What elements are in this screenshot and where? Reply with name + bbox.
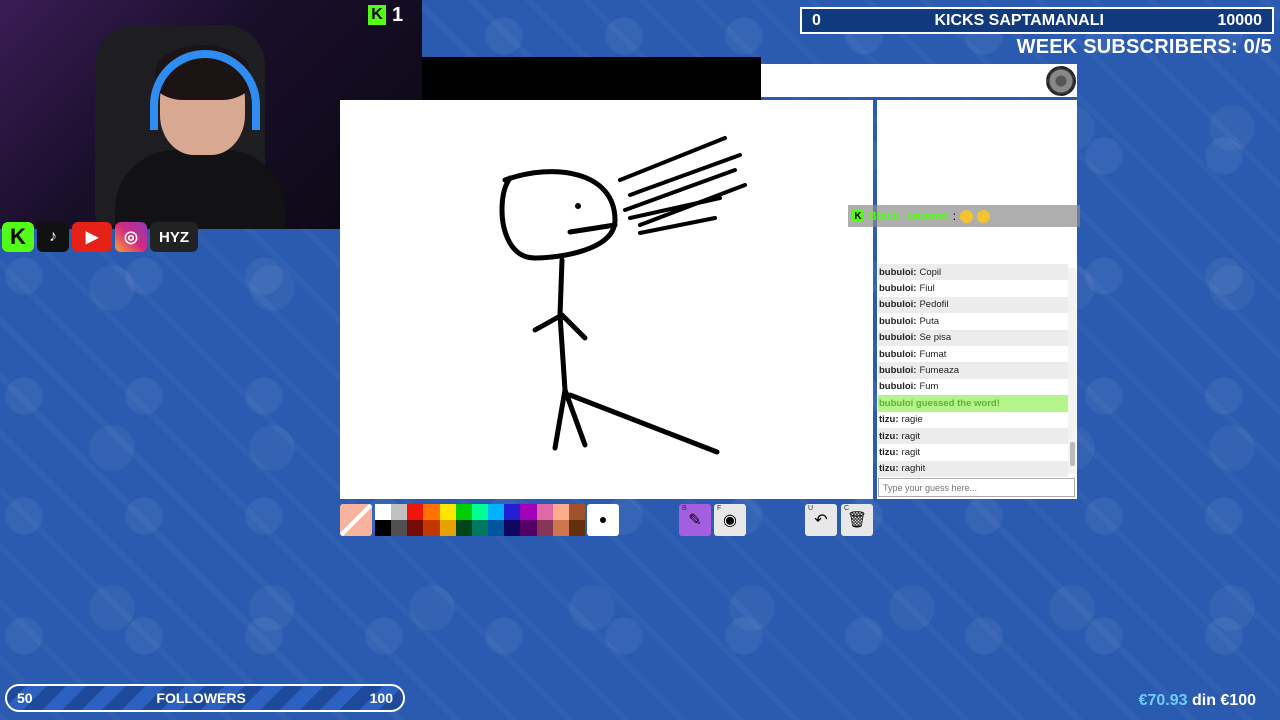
palette-color-swatch[interactable] [568,504,585,520]
undo-icon: ↶ [814,512,828,529]
palette-color-swatch[interactable] [471,504,489,520]
palette-color-swatch[interactable] [423,504,440,520]
palette-color-swatch[interactable] [375,520,392,536]
donation-text: din €100 [1191,692,1256,709]
streamer-torso [115,150,285,229]
palette-color-swatch[interactable] [568,520,585,536]
palette-color-swatch[interactable] [488,520,505,536]
followers-current: 50 [17,690,33,706]
game-top-bar [761,64,1077,97]
palette-color-swatch[interactable] [488,504,505,520]
bucket-icon: ◉ [723,512,737,529]
palette-color-swatch[interactable] [455,520,472,536]
social-icons: K ♪ ▶ ◎ HYZ [2,222,198,252]
brush-size-button[interactable] [587,504,619,536]
sad-emoji-icon [960,209,974,223]
stick-figure-drawing [499,136,747,455]
color-palette[interactable] [375,504,585,536]
kicks-title: KICKS SAPTAMANALI [934,11,1104,29]
current-color-swatch [340,504,372,536]
palette-color-swatch[interactable] [504,520,521,536]
instagram-icon: ◎ [115,222,147,252]
palette-color-swatch[interactable] [423,520,440,536]
chat-scroll-thumb[interactable] [1070,442,1075,466]
drawing-canvas[interactable] [340,100,873,499]
highlight-text: : [952,209,957,223]
kick-icon: K [2,222,34,252]
pen-tool-button[interactable]: B ✎ [679,504,711,536]
palette-color-swatch[interactable] [520,504,537,520]
chat-line: bubuloi: Puta [879,315,940,327]
tiktok-icon: ♪ [37,222,69,252]
palette-color-swatch[interactable] [504,504,521,520]
chat-line: tizu: ragit [878,427,1068,445]
chat-line: tizu: ragie [879,414,923,426]
palette-color-swatch[interactable] [407,520,424,536]
figure-eye [575,203,581,209]
chat-list: bubuloi: Copil bubuloi: Fiul bubuloi: Pedof… [878,264,1068,478]
chat-line: tizu: raghit [878,460,1068,478]
palette-color-swatch[interactable] [391,520,408,536]
palette-color-swatch[interactable] [407,504,424,520]
hyz-logo: HYZ [150,222,198,252]
palette-color-swatch[interactable] [375,504,392,520]
palette-color-swatch[interactable] [455,504,472,520]
kicks-progress-bar: 0 KICKS SAPTAMANALI 10000 [800,7,1274,34]
chat-line: bubuloi: Fum [879,381,939,393]
kick-counter: K 1 [368,4,422,26]
settings-gear-icon[interactable] [1046,66,1076,96]
fill-tool-button[interactable]: F ◉ [714,504,746,536]
week-subscribers: WEEK SUBSCRIBERS: 0/5 [1016,36,1272,58]
chat-line: bubuloi: Fumat [879,348,947,360]
undo-button[interactable]: U ↶ [805,504,837,536]
palette-color-swatch[interactable] [536,520,553,536]
chat-line: bubuloi: Pedofil [878,296,1068,314]
chat-line: bubuloi: Copil [878,264,1068,281]
palette-color-swatch[interactable] [439,504,456,520]
pencil-icon: ✎ [688,512,702,529]
palette-color-swatch[interactable] [552,520,569,536]
chat-highlight: K Black_catemo : [848,205,1080,227]
palette-color-swatch[interactable] [552,504,569,520]
guessed-word-line: bubuloi guessed the word! [878,395,1068,412]
palette-color-swatch[interactable] [520,520,537,536]
kick-logo-icon: K [368,5,386,25]
palette-color-swatch[interactable] [536,504,553,520]
followers-goal-bar: 50 FOLLOWERS 100 [5,684,405,712]
chat-line: bubuloi: Fumeaza [878,362,1068,379]
kick-count: 1 [392,3,404,26]
kicks-current: 0 [812,11,821,29]
kicks-goal: 10000 [1217,11,1262,29]
donation-goal: €70.93 din €100 [1139,692,1256,710]
followers-goal: 100 [369,690,393,706]
clear-button[interactable]: C 🗑 [841,504,873,536]
palette-color-swatch[interactable] [471,520,489,536]
chat-line: bubuloi: Fiul [879,283,935,295]
chat-line: bubuloi: Se pisa [878,329,1068,346]
chat-line: tizu: ragit [879,446,921,458]
kick-badge-icon: K [852,210,864,222]
trash-icon: 🗑 [846,512,868,529]
youtube-icon: ▶ [72,222,112,252]
followers-label: FOLLOWERS [156,690,246,706]
highlight-user: Black_catemo [868,209,949,223]
grin-emoji-icon [977,209,991,223]
donation-amount: €70.93 [1138,692,1188,709]
redacted-word-bar [422,57,761,104]
guess-input[interactable] [878,478,1075,497]
palette-color-swatch[interactable] [439,520,456,536]
palette-color-swatch[interactable] [391,504,408,520]
